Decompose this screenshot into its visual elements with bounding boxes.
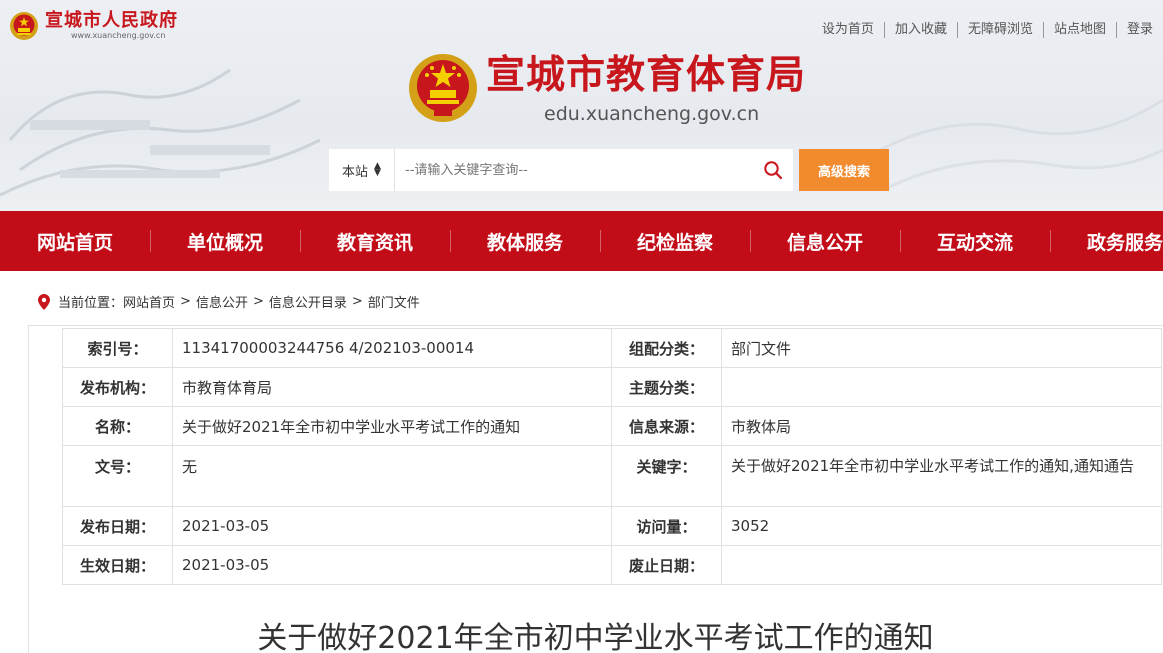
meta-value: 11341700003244756 4/202103-00014	[172, 328, 612, 368]
table-row: 发布机构： 市教育体育局 主题分类：	[62, 367, 1162, 407]
search-bar: 本站 ▲▼ 高级搜索	[329, 149, 889, 191]
ancient-architecture-decoration	[0, 68, 321, 197]
table-row: 发布日期： 2021-03-05 访问量： 3052	[62, 506, 1162, 546]
meta-value: 部门文件	[721, 328, 1162, 368]
gov-name: 宣城市人民政府	[45, 10, 178, 31]
meta-value: 2021-03-05	[172, 545, 612, 585]
top-links: 设为首页 加入收藏 无障碍浏览 站点地图 登录	[812, 22, 1163, 38]
nav-item-discipline[interactable]: 纪检监察	[600, 211, 750, 271]
meta-key: 组配分类：	[611, 328, 722, 368]
meta-key: 发布日期：	[62, 506, 173, 546]
location-pin-icon	[38, 293, 50, 310]
breadcrumb-link-home[interactable]: 网站首页	[123, 292, 175, 311]
nav-item-news[interactable]: 教育资讯	[300, 211, 450, 271]
login-link[interactable]: 登录	[1115, 22, 1163, 38]
search-scope-label: 本站	[342, 164, 369, 180]
meta-key: 信息来源：	[611, 406, 722, 446]
meta-key: 主题分类：	[611, 367, 722, 407]
nav-item-interaction[interactable]: 互动交流	[900, 211, 1050, 271]
gov-logo[interactable]: 宣城市人民政府 www.xuancheng.gov.cn	[9, 11, 178, 41]
accessibility-link[interactable]: 无障碍浏览	[956, 22, 1043, 38]
national-emblem-icon	[409, 54, 477, 122]
sort-arrows-icon: ▲ ▼	[374, 161, 381, 178]
search-button[interactable]	[753, 149, 793, 191]
nav-item-home[interactable]: 网站首页	[0, 211, 150, 271]
meta-value	[721, 367, 1162, 407]
meta-key: 索引号：	[62, 328, 173, 368]
breadcrumb-link-dept-docs[interactable]: 部门文件	[368, 292, 420, 311]
breadcrumb-separator: >	[351, 294, 363, 309]
table-row: 名称： 关于做好2021年全市初中学业水平考试工作的通知 信息来源： 市教体局	[62, 406, 1162, 446]
set-homepage-link[interactable]: 设为首页	[812, 22, 884, 38]
nav-item-services[interactable]: 教体服务	[450, 211, 600, 271]
meta-key: 文号：	[62, 445, 173, 507]
meta-value: 市教育体育局	[172, 367, 612, 407]
meta-key: 发布机构：	[62, 367, 173, 407]
site-header: 宣城市人民政府 www.xuancheng.gov.cn 设为首页 加入收藏 无…	[0, 0, 1163, 211]
meta-key: 废止日期：	[611, 545, 722, 585]
advanced-search-button[interactable]: 高级搜索	[799, 149, 889, 191]
sitemap-link[interactable]: 站点地图	[1042, 22, 1116, 38]
content-panel: 索引号： 11341700003244756 4/202103-00014 组配…	[28, 325, 1163, 653]
nav-item-overview[interactable]: 单位概况	[150, 211, 300, 271]
search-scope-select[interactable]: 本站 ▲ ▼	[329, 149, 395, 191]
site-url: edu.xuancheng.gov.cn	[544, 103, 760, 125]
meta-value: 市教体局	[721, 406, 1162, 446]
meta-value: 无	[172, 445, 612, 507]
meta-value: 2021-03-05	[172, 506, 612, 546]
meta-key: 生效日期：	[62, 545, 173, 585]
gov-domain: www.xuancheng.gov.cn	[71, 31, 166, 40]
document-meta-table: 索引号： 11341700003244756 4/202103-00014 组配…	[62, 328, 1162, 585]
nav-item-disclosure[interactable]: 信息公开	[750, 211, 900, 271]
meta-value: 关于做好2021年全市初中学业水平考试工作的通知,通知通告	[721, 445, 1162, 507]
site-title: 宣城市教育体育局	[486, 53, 807, 98]
main-nav: 网站首页 单位概况 教育资讯 教体服务 纪检监察 信息公开 互动交流 政务服务	[0, 211, 1163, 271]
meta-key: 名称：	[62, 406, 173, 446]
search-input[interactable]	[395, 149, 753, 191]
document-title: 关于做好2021年全市初中学业水平考试工作的通知	[257, 621, 934, 653]
meta-value: 3052	[721, 506, 1162, 546]
search-icon	[764, 161, 783, 180]
table-row: 文号： 无 关键字： 关于做好2021年全市初中学业水平考试工作的通知,通知通告	[62, 445, 1162, 507]
add-favorite-link[interactable]: 加入收藏	[883, 22, 957, 38]
breadcrumb-separator: >	[180, 294, 191, 309]
breadcrumb-link-catalog[interactable]: 信息公开目录	[269, 292, 347, 311]
meta-value: 关于做好2021年全市初中学业水平考试工作的通知	[172, 406, 612, 446]
meta-value	[721, 545, 1162, 585]
national-emblem-icon	[10, 12, 38, 40]
meta-key: 访问量：	[611, 506, 722, 546]
nav-item-gov-services[interactable]: 政务服务	[1050, 211, 1163, 271]
breadcrumb: 当前位置： 网站首页 > 信息公开 > 信息公开目录 > 部门文件	[38, 292, 420, 311]
table-row: 生效日期： 2021-03-05 废止日期：	[62, 545, 1162, 585]
breadcrumb-label: 当前位置：	[58, 296, 124, 311]
ancient-architecture-decoration	[863, 98, 1163, 192]
meta-key: 关键字：	[611, 445, 722, 507]
site-brand[interactable]: 宣城市教育体育局 edu.xuancheng.gov.cn	[408, 52, 806, 126]
table-row: 索引号： 11341700003244756 4/202103-00014 组配…	[62, 328, 1162, 368]
breadcrumb-link-disclosure[interactable]: 信息公开	[196, 292, 248, 311]
breadcrumb-separator: >	[252, 294, 264, 309]
